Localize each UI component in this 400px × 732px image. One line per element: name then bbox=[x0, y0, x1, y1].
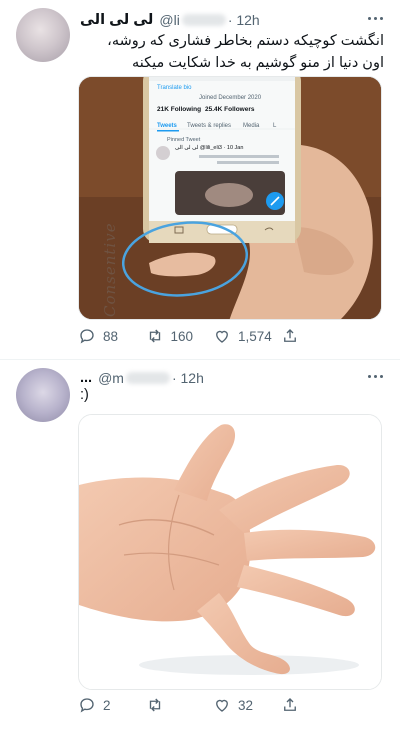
tweet[interactable]: لی لی الی @li · 12h انگشت کوچیکه دستم بخ… bbox=[0, 0, 400, 360]
like-button[interactable]: 32 bbox=[213, 696, 281, 714]
retweet-icon bbox=[149, 698, 160, 712]
tweet[interactable]: ... @m · 12h :) 2 32 bbox=[0, 360, 400, 732]
avatar[interactable] bbox=[16, 368, 70, 422]
share-button[interactable] bbox=[281, 696, 349, 714]
share-icon bbox=[283, 698, 296, 711]
phone-tweet-user: لی لی الی @lili_eli3 · 10 Jan bbox=[175, 144, 243, 151]
tweet-text: :) bbox=[80, 387, 89, 403]
heart-icon bbox=[216, 330, 228, 343]
heart-icon bbox=[216, 699, 228, 712]
reply-button[interactable]: 88 bbox=[78, 327, 146, 345]
handle[interactable]: @m bbox=[98, 370, 124, 386]
tweet-actions: 88 160 1,574 bbox=[78, 326, 348, 346]
share-button[interactable] bbox=[281, 327, 349, 345]
phone-translate-bio: Translate bio bbox=[157, 85, 192, 91]
like-button[interactable]: 1,574 bbox=[213, 327, 281, 345]
reply-button[interactable]: 2 bbox=[78, 696, 146, 714]
tweet-header: لی لی الی @li · 12h bbox=[80, 9, 386, 31]
reply-count: 88 bbox=[103, 328, 119, 344]
handle[interactable]: @li bbox=[159, 12, 179, 28]
display-name[interactable]: ... bbox=[80, 370, 92, 386]
phone-pinned: Pinned Tweet bbox=[167, 137, 201, 143]
retweet-icon bbox=[149, 329, 160, 343]
tweet-media-photo[interactable] bbox=[78, 414, 382, 690]
tweet-header: ... @m · 12h bbox=[80, 367, 386, 389]
phone-following: 21K Following bbox=[157, 106, 201, 113]
phone-tab-media: Media bbox=[243, 123, 260, 129]
avatar[interactable] bbox=[16, 8, 70, 62]
reply-icon bbox=[80, 329, 94, 344]
phone-followers: 25.4K Followers bbox=[205, 106, 255, 113]
phone-tab-tweets: Tweets bbox=[157, 123, 178, 129]
more-options-icon[interactable] bbox=[368, 369, 386, 383]
phone-photo: Translate bio Joined December 2020 21K F… bbox=[79, 77, 381, 319]
retweet-button[interactable]: 160 bbox=[146, 327, 214, 345]
like-count: 32 bbox=[238, 697, 254, 713]
reply-icon bbox=[80, 698, 94, 713]
handle-blur bbox=[181, 14, 226, 26]
tweet-text: انگشت کوچیکه دستم بخاطر فشاری که روشه، ا… bbox=[107, 33, 384, 71]
display-name[interactable]: لی لی الی bbox=[80, 12, 153, 28]
tweet-actions: 2 32 bbox=[78, 695, 348, 715]
retweet-count: 160 bbox=[170, 328, 194, 344]
share-icon bbox=[283, 329, 296, 342]
phone-tab-replies: Tweets & replies bbox=[187, 123, 231, 129]
like-count: 1,574 bbox=[238, 328, 272, 344]
handle-blur bbox=[125, 372, 170, 384]
timestamp[interactable]: · 12h bbox=[228, 12, 260, 28]
more-options-icon[interactable] bbox=[368, 11, 386, 25]
hand-photo bbox=[79, 415, 381, 689]
tweet-media-photo[interactable]: Translate bio Joined December 2020 21K F… bbox=[78, 76, 382, 320]
phone-joined: Joined December 2020 bbox=[199, 95, 262, 101]
watermark-text: Consentive bbox=[101, 222, 119, 317]
timestamp[interactable]: · 12h bbox=[172, 370, 204, 386]
retweet-button[interactable] bbox=[146, 696, 214, 714]
reply-count: 2 bbox=[103, 697, 111, 713]
